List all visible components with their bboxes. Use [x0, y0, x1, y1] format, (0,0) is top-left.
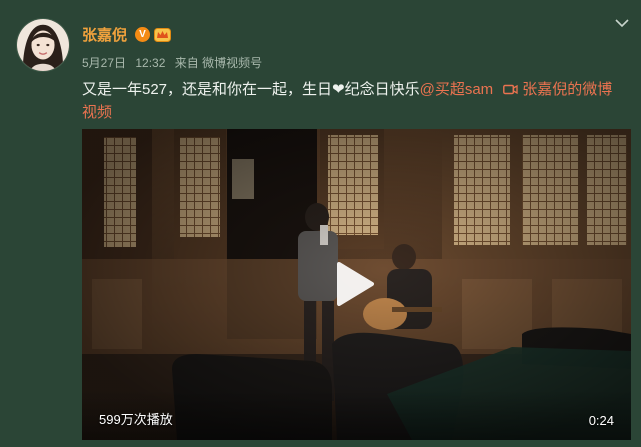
username[interactable]: 张嘉倪 V [82, 24, 172, 45]
post-source[interactable]: 来自 微博视频号 [175, 56, 262, 70]
post-body: 又是一年527，还是和你在一起，生日❤纪念日快乐 [82, 81, 420, 98]
video-camera-icon[interactable] [503, 84, 518, 95]
play-icon[interactable] [335, 261, 375, 307]
avatar[interactable] [16, 18, 70, 72]
view-count: 599万次播放 [99, 412, 173, 427]
post-text: 又是一年527，还是和你在一起，生日❤纪念日快乐@买超sam 张嘉倪的微博视频 [82, 78, 627, 124]
post-meta: 5月27日 12:32 来自 微博视频号 [82, 54, 268, 71]
mention-link[interactable]: @买超sam [420, 81, 494, 98]
username-text[interactable]: 张嘉倪 [82, 24, 127, 45]
post-date[interactable]: 5月27日 [82, 56, 126, 70]
play-button[interactable] [326, 255, 384, 313]
verified-badge-icon: V [135, 27, 151, 42]
chevron-down-icon[interactable] [615, 18, 629, 28]
video-player[interactable]: 599万次播放 0:24 [82, 129, 631, 440]
post-time[interactable]: 12:32 [135, 56, 165, 70]
video-duration: 0:24 [588, 413, 614, 428]
crown-icon [154, 27, 172, 42]
